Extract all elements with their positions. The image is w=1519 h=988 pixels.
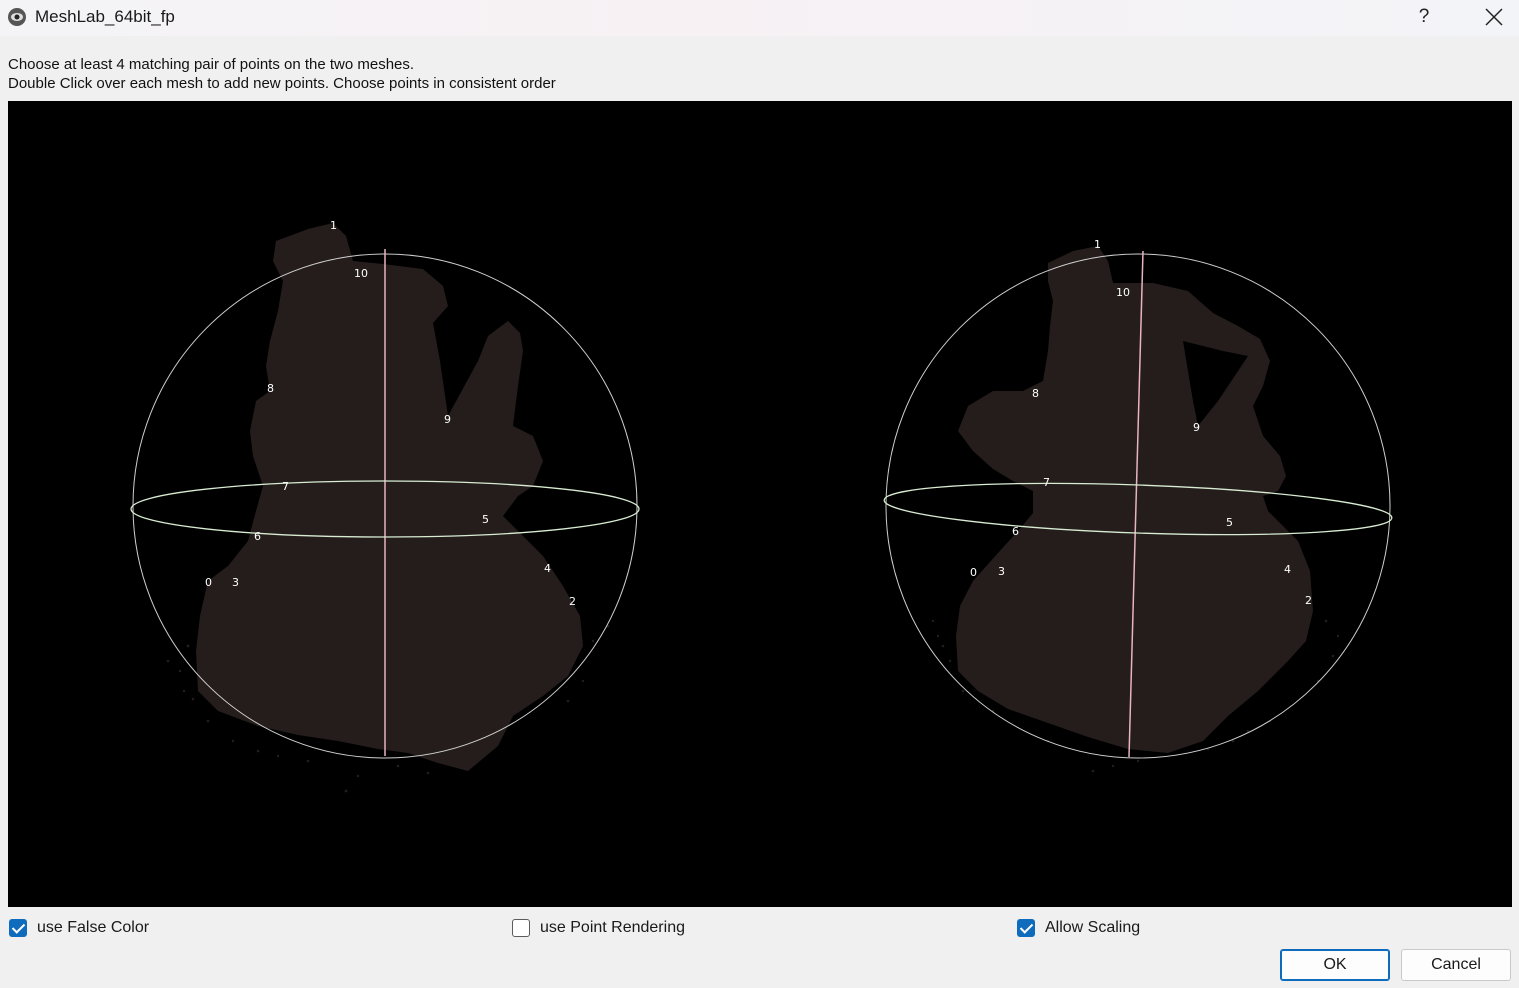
left-mesh-silhouette <box>196 223 583 771</box>
left-point-label: 6 <box>254 530 261 543</box>
cancel-button[interactable]: Cancel <box>1401 949 1511 981</box>
right-point-label: 5 <box>1226 516 1233 529</box>
right-point-label: 0 <box>970 566 977 579</box>
right-point-label: 10 <box>1116 286 1130 299</box>
right-point-label: 7 <box>1043 476 1050 489</box>
point-rendering-label: use Point Rendering <box>540 919 685 936</box>
close-icon <box>1485 8 1503 26</box>
left-point-label: 2 <box>569 595 576 608</box>
mesh-alignment-viewport[interactable]: 1 10 8 9 7 5 6 0 3 4 2 1 10 8 9 7 5 6 0 … <box>8 101 1512 907</box>
right-point-label: 1 <box>1094 238 1101 251</box>
mesh-canvas[interactable]: 1 10 8 9 7 5 6 0 3 4 2 1 10 8 9 7 5 6 0 … <box>8 101 1512 907</box>
false-color-label: use False Color <box>37 919 150 936</box>
close-button[interactable] <box>1474 3 1514 31</box>
right-point-label: 4 <box>1284 563 1291 576</box>
instruction-line-1: Choose at least 4 matching pair of point… <box>8 56 415 73</box>
left-point-label: 8 <box>267 382 274 395</box>
point-rendering-checkbox[interactable] <box>512 919 530 937</box>
false-color-checkbox[interactable] <box>9 919 27 937</box>
right-mesh-view[interactable]: 1 10 8 9 7 5 6 0 3 4 2 <box>883 238 1393 773</box>
allow-scaling-label: Allow Scaling <box>1045 919 1141 936</box>
left-mesh-view[interactable]: 1 10 8 9 7 5 6 0 3 4 2 <box>130 219 640 793</box>
instruction-line-2: Double Click over each mesh to add new p… <box>8 75 556 92</box>
instructions: Choose at least 4 matching pair of point… <box>8 55 556 93</box>
right-point-label: 8 <box>1032 387 1039 400</box>
allow-scaling-option[interactable]: Allow Scaling <box>1017 916 1140 940</box>
right-point-label: 2 <box>1305 594 1312 607</box>
right-point-label: 9 <box>1193 421 1200 434</box>
help-button[interactable]: ? <box>1404 3 1444 31</box>
right-point-label: 6 <box>1012 525 1019 538</box>
allow-scaling-checkbox[interactable] <box>1017 919 1035 937</box>
left-point-label: 0 <box>205 576 212 589</box>
title-bar[interactable]: MeshLab_64bit_fp ? <box>0 0 1519 36</box>
left-point-label: 3 <box>232 576 239 589</box>
right-point-label: 3 <box>998 565 1005 578</box>
right-mesh-silhouette <box>956 246 1313 753</box>
false-color-option[interactable]: use False Color <box>9 916 149 940</box>
left-point-label: 5 <box>482 513 489 526</box>
left-point-label: 1 <box>330 219 337 232</box>
left-point-label: 9 <box>444 413 451 426</box>
left-point-label: 10 <box>354 267 368 280</box>
point-rendering-option[interactable]: use Point Rendering <box>512 916 685 940</box>
left-point-label: 7 <box>282 480 289 493</box>
ok-button[interactable]: OK <box>1280 949 1390 981</box>
meshlab-app-icon <box>8 8 26 26</box>
left-point-label: 4 <box>544 562 551 575</box>
window-title: MeshLab_64bit_fp <box>35 7 175 26</box>
